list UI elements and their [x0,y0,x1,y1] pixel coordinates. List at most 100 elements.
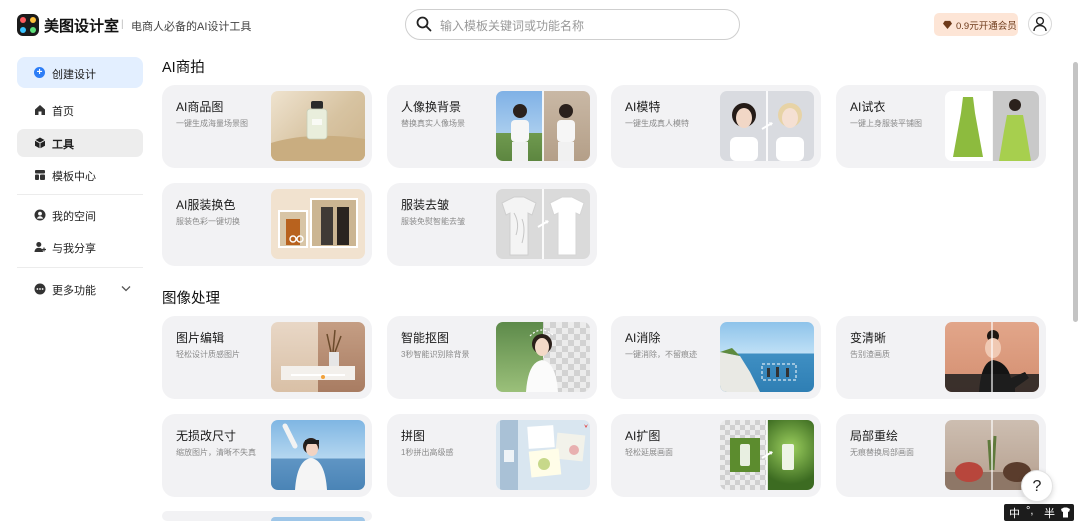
tool-card-ai-eraser[interactable]: AI消除 一键消除，不留痕迹 [611,316,821,399]
sidebar-divider [17,267,143,268]
card-desc: 告别渣画质 [850,350,890,359]
search-input[interactable] [438,14,732,37]
chevron-down-icon [121,286,131,292]
seaside-image [720,348,797,392]
sidebar-item-label: 首页 [52,106,74,118]
search-bar[interactable] [405,9,740,40]
card-desc: 3秒智能识别除背景 [401,350,470,359]
brand-slogan: 电商人必备的AI设计工具 [131,21,252,33]
more-icon [34,283,46,295]
sidebar: + 创建设计 首页 工具 模板中心 我的空间 与我分享 更多功能 [0,50,150,521]
card-thumbnail [271,91,365,161]
sidebar-item-label: 更多功能 [52,285,96,297]
card-title: 服装去皱 [401,198,450,212]
perfume-bottle-image [271,101,365,161]
diamond-icon [943,20,952,29]
card-title: 智能抠图 [401,331,450,345]
sidebar-item-more-features[interactable]: 更多功能 [17,275,143,303]
card-title: 无损改尺寸 [176,429,237,443]
tool-card-smart-cutout[interactable]: 智能抠图 3秒智能识别除背景 [387,316,597,399]
card-title: 拼图 [401,429,426,443]
sidebar-item-label: 模板中心 [52,171,96,183]
card-title: 人像换背景 [401,100,462,114]
card-title: AI商品图 [176,100,224,114]
ime-punct-indicator[interactable]: °, [1026,505,1033,517]
card-desc: 服装免熨智能去皱 [401,217,465,226]
tool-card-lossless-resize[interactable]: 无损改尺寸 缩放图片，清晰不失真 [162,414,372,497]
plus-icon: + [34,67,45,78]
card-desc: 1秒拼出高级感 [401,448,454,457]
user-add-icon [34,242,46,252]
card-desc: 一键生成海量场景图 [176,119,248,128]
resize-portrait-image [282,423,327,490]
search-icon [416,16,432,32]
tool-card-wrinkle-removal[interactable]: 服装去皱 服装免熨智能去皱 [387,183,597,266]
shirt-icon[interactable] [1060,507,1071,518]
card-thumbnail [720,91,814,161]
create-design-button[interactable]: + 创建设计 [17,57,143,88]
tool-card-ai-model[interactable]: AI模特 一键生成真人模特 [611,85,821,168]
brand-separator: | [121,19,124,30]
sidebar-item-home[interactable]: 首页 [17,96,143,124]
tool-card-ai-product[interactable]: AI商品图 一键生成海量场景图 [162,85,372,168]
logo-icon[interactable] [17,14,39,36]
avatar[interactable] [1028,12,1052,36]
sidebar-item-label: 我的空间 [52,211,96,223]
section-title-ai-photo: AI商拍 [162,60,205,76]
card-thumbnail [271,189,365,259]
top-bar: 美图设计室 | 电商人必备的AI设计工具 0.9元开通会员 [0,0,1080,50]
card-thumbnail [945,322,1039,392]
card-thumbnail [720,420,814,490]
tool-card-collage[interactable]: 拼图 1秒拼出高级感 [387,414,597,497]
card-thumbnail [271,420,365,490]
card-title: 变清晰 [850,331,887,345]
tool-card-ai-try-on[interactable]: AI试衣 一键上身服装平铺图 [836,85,1046,168]
card-title: AI模特 [625,100,661,114]
tool-card-portrait-background[interactable]: 人像换背景 替换真实人像场景 [387,85,597,168]
card-title: 局部重绘 [850,429,899,443]
sidebar-item-label: 与我分享 [52,243,96,255]
vip-button[interactable]: 0.9元开通会员 [934,13,1018,36]
scrollbar-thumb[interactable] [1073,62,1078,322]
card-desc: 轻松设计质感图片 [176,350,240,359]
sidebar-item-label: 工具 [52,139,74,151]
card-thumbnail [496,420,590,490]
card-title: AI试衣 [850,100,886,114]
help-button[interactable]: ? [1021,470,1053,502]
section-title-image-processing: 图像处理 [162,291,220,307]
card-title: AI消除 [625,331,661,345]
card-desc: 一键消除，不留痕迹 [625,350,697,359]
tool-card-partial[interactable] [162,511,372,521]
ime-lang-indicator[interactable]: 中 [1009,505,1020,521]
ime-toolbar[interactable]: 中 °, 半 [1004,504,1074,521]
card-desc: 无痕替换局部画面 [850,448,914,457]
card-desc: 缩放图片，清晰不失真 [176,448,256,457]
cutout-portrait-image [526,329,558,392]
card-desc: 替换真实人像场景 [401,119,465,128]
ime-width-indicator[interactable]: 半 [1044,505,1055,521]
sidebar-item-shared-with-me[interactable]: 与我分享 [17,233,143,261]
user-icon [1033,16,1047,32]
tool-card-sharpen[interactable]: 变清晰 告别渣画质 [836,316,1046,399]
edit-scene-image [281,329,355,380]
card-desc: 一键上身服装平铺图 [850,119,922,128]
brand-name[interactable]: 美图设计室 [44,15,119,36]
tool-card-ai-expand[interactable]: AI扩图 轻松延展画面 [611,414,821,497]
card-desc: 服装色彩一键切换 [176,217,240,226]
sidebar-item-templates[interactable]: 模板中心 [17,161,143,189]
card-thumbnail [496,91,590,161]
card-desc: 一键生成真人模特 [625,119,689,128]
card-thumbnail [271,517,365,521]
card-thumbnail [720,322,814,392]
page-scrollbar[interactable] [1072,50,1079,521]
sidebar-item-my-space[interactable]: 我的空间 [17,201,143,229]
sidebar-item-tools[interactable]: 工具 [17,129,143,157]
tool-card-partial-redraw[interactable]: 局部重绘 无痕替换局部画面 [836,414,1046,497]
card-thumbnail [496,189,590,259]
vip-button-label: 0.9元开通会员 [956,21,1017,32]
box-icon [34,137,46,149]
tool-card-image-edit[interactable]: 图片编辑 轻松设计质感图片 [162,316,372,399]
card-title: 图片编辑 [176,331,225,345]
tool-card-clothing-recolor[interactable]: AI服装换色 服装色彩一键切换 [162,183,372,266]
card-title: AI扩图 [625,429,661,443]
